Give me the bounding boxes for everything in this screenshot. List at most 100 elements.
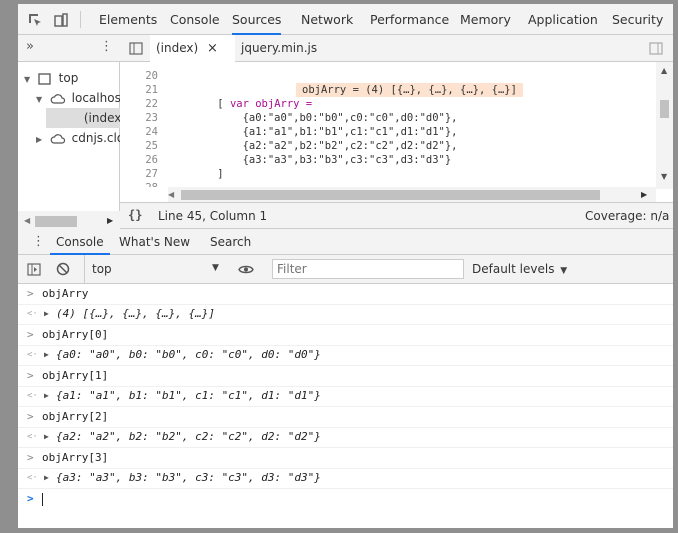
eye-icon[interactable] [238, 264, 254, 275]
console-input-entry[interactable]: > objArry[2] [18, 407, 673, 428]
expand-arrow-icon[interactable]: ▶ [44, 468, 49, 488]
drawer-menu-icon[interactable]: ⋮ [32, 234, 45, 249]
code-editor[interactable]: 20 21 22 23 24 25 26 27 28 var objArry =… [120, 62, 673, 187]
console-output-entry[interactable]: <· ▶ {a0: "a0", b0: "b0", c0: "c0", d0: … [18, 345, 673, 366]
code-line-26: {a3:"a3",b3:"b3",c3:"c3",d3:"d3"} [192, 154, 452, 166]
expand-arrow-icon[interactable]: ▶ [44, 386, 49, 406]
editor-tab-jquery[interactable]: jquery.min.js [241, 35, 317, 62]
cloud-icon [50, 94, 65, 104]
console-command: objArry[3] [42, 451, 109, 464]
input-prompt-icon: > [27, 287, 34, 300]
input-prompt-icon: > [27, 369, 34, 382]
tab-network[interactable]: Network [301, 4, 353, 35]
tree-label: cdnjs.clou [71, 131, 120, 145]
console-toolbar: top ▼ Default levels ▼ [18, 255, 673, 284]
line-number[interactable]: 22 [120, 97, 158, 111]
console-command: objArry[2] [42, 410, 109, 423]
line-number[interactable]: 24 [120, 125, 158, 139]
dropdown-arrow-icon: ▼ [560, 266, 568, 276]
drawer-tab-whats-new[interactable]: What's New [119, 229, 190, 255]
code-line-24: {a1:"a1",b1:"b1",c1:"c1",d1:"d1"}, [192, 126, 458, 138]
console-output-entry[interactable]: <· ▶ {a3: "a3", b3: "b3", c3: "c3", d3: … [18, 468, 673, 489]
drawer-tab-search[interactable]: Search [210, 229, 251, 255]
context-label: top [92, 262, 112, 276]
input-prompt-icon: > [27, 328, 34, 341]
collapsed-arrow-icon[interactable]: ▶ [36, 130, 46, 148]
console-result: {a0: "a0", b0: "b0", c0: "c0", d0: "d0"} [56, 348, 321, 361]
console-output-entry[interactable]: <· ▶ {a2: "a2", b2: "b2", c2: "c2", d2: … [18, 427, 673, 448]
console-output-entry[interactable]: <· ▶ {a1: "a1", b1: "b1", c1: "c1", d1: … [18, 386, 673, 407]
editor-status-bar: {} Line 45, Column 1 Coverage: n/a [120, 202, 673, 229]
more-tabs-icon[interactable]: » [26, 39, 34, 54]
console-input-entry[interactable]: > objArry[0] [18, 325, 673, 346]
expand-arrow-icon[interactable]: ▶ [44, 427, 49, 447]
expand-arrow-icon[interactable]: ▼ [36, 90, 46, 108]
editor-horizontal-scrollbar[interactable]: ◀ ▶ [168, 187, 656, 202]
editor-tab-label: (index) [156, 41, 199, 55]
editor-vertical-scrollbar[interactable]: ▲ ▼ [656, 62, 673, 189]
tab-performance[interactable]: Performance [370, 4, 449, 35]
console-command: objArry[1] [42, 369, 109, 382]
code-line-23: {a0:"a0",b0:"b0",c0:"c0",d0:"d0"}, [192, 112, 458, 124]
expand-arrow-icon[interactable]: ▼ [24, 70, 34, 90]
tab-elements[interactable]: Elements [99, 4, 157, 35]
toggle-navigator-icon[interactable] [129, 42, 143, 55]
line-number[interactable]: 20 [120, 69, 158, 83]
output-prompt-icon: <· [27, 432, 38, 442]
close-tab-icon[interactable]: × [207, 41, 218, 56]
context-selector[interactable]: top ▼ [84, 255, 224, 284]
expand-arrow-icon[interactable]: ▶ [44, 304, 49, 324]
console-prompt-line[interactable]: > [18, 489, 673, 510]
editor-tab-index[interactable]: (index) × [150, 35, 235, 62]
filter-input[interactable] [272, 259, 464, 279]
tab-security[interactable]: Security [612, 4, 663, 35]
line-number[interactable]: 26 [120, 153, 158, 167]
scrollbar-thumb[interactable] [660, 100, 669, 118]
log-levels-dropdown[interactable]: Default levels ▼ [472, 262, 567, 276]
drawer-tab-console[interactable]: Console [50, 229, 110, 255]
console-input-entry[interactable]: > objArry[1] [18, 366, 673, 387]
device-toolbar-icon[interactable] [53, 12, 69, 28]
scroll-up-icon[interactable]: ▲ [661, 66, 667, 75]
frame-icon [38, 72, 51, 85]
input-prompt-icon: > [27, 451, 34, 464]
scrollbar-thumb[interactable] [181, 190, 600, 200]
line-number[interactable]: 27 [120, 167, 158, 181]
line-number[interactable]: 21 [120, 83, 158, 97]
toolbar-separator [80, 11, 81, 28]
tree-item-index[interactable]: (index) [46, 108, 126, 128]
input-prompt-icon: > [27, 492, 34, 505]
navigator-menu-icon[interactable]: ⋮ [100, 39, 113, 54]
tree-label: top [58, 71, 79, 85]
pretty-print-button[interactable]: {} [128, 208, 142, 222]
scroll-right-icon[interactable]: ▶ [641, 190, 647, 199]
output-prompt-icon: <· [27, 391, 38, 401]
console-input-entry[interactable]: > objArry [18, 284, 673, 305]
toggle-debugger-icon[interactable] [649, 42, 663, 55]
scroll-left-icon[interactable]: ◀ [168, 190, 174, 199]
show-sidebar-icon[interactable] [27, 263, 41, 276]
tree-item-top[interactable]: ▼ top [24, 68, 78, 88]
line-number[interactable]: 23 [120, 111, 158, 125]
tree-item-cdnjs[interactable]: ▶ cdnjs.clou [36, 128, 120, 148]
tab-application[interactable]: Application [528, 4, 598, 35]
scroll-right-icon[interactable]: ▶ [107, 216, 113, 225]
tab-console[interactable]: Console [170, 4, 220, 35]
tab-memory[interactable]: Memory [460, 4, 511, 35]
console-result: {a1: "a1", b1: "b1", c1: "c1", d1: "d1"} [56, 389, 321, 402]
clear-console-icon[interactable] [56, 262, 70, 276]
tab-sources[interactable]: Sources [232, 4, 282, 35]
dropdown-arrow-icon: ▼ [212, 263, 219, 273]
expand-arrow-icon[interactable]: ▶ [44, 345, 49, 365]
tree-item-localhost[interactable]: ▼ localhost [36, 88, 120, 108]
console-command: objArry [42, 287, 89, 300]
line-number[interactable]: 25 [120, 139, 158, 153]
console-output-entry[interactable]: <· ▶ (4) [{…}, {…}, {…}, {…}] [18, 304, 673, 325]
line-number[interactable]: 28 [120, 181, 158, 187]
console-input-entry[interactable]: > objArry[3] [18, 448, 673, 469]
scroll-left-icon[interactable]: ◀ [24, 216, 30, 225]
scroll-down-icon[interactable]: ▼ [661, 172, 667, 181]
inspect-element-icon[interactable] [27, 12, 43, 28]
console-command: objArry[0] [42, 328, 109, 341]
scrollbar-thumb[interactable] [35, 216, 77, 227]
